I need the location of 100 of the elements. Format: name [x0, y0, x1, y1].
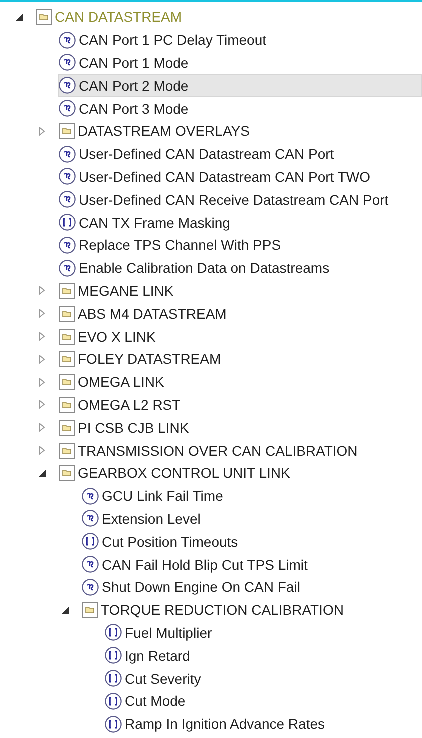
variable-icon [59, 77, 76, 94]
tree-row[interactable]: OMEGA LINK [58, 370, 422, 394]
tree-row[interactable]: GCU Link Fail Time [81, 484, 422, 508]
item-label: GEARBOX CONTROL UNIT LINK [78, 466, 290, 480]
variable-icon [59, 191, 76, 208]
variable-icon [59, 146, 76, 163]
variable-icon [59, 54, 76, 72]
item-label: Cut Position Timeouts [102, 534, 238, 549]
tree-row[interactable]: Ign Retard [104, 644, 422, 668]
tree-row[interactable]: User-Defined CAN Datastream CAN Port [58, 142, 422, 166]
tree-row[interactable]: GEARBOX CONTROL UNIT LINK [58, 462, 422, 485]
tree-row[interactable]: CAN Port 3 Mode [58, 97, 422, 120]
collapsed-arrow-icon[interactable] [39, 378, 45, 387]
tree-row[interactable]: CAN Port 2 Mode [58, 74, 422, 98]
item-label: Fuel Multiplier [125, 626, 212, 640]
tree-row[interactable]: CAN Fail Hold Blip Cut TPS Limit [81, 553, 422, 576]
folder-icon [59, 328, 75, 345]
collapsed-arrow-icon[interactable] [39, 332, 45, 342]
tree-row[interactable]: Cut Mode [104, 690, 422, 713]
collapsed-arrow-icon[interactable] [39, 423, 45, 432]
item-label: GCU Link Fail Time [102, 489, 224, 504]
item-label: Ramp In Ignition Advance Rates [125, 717, 326, 732]
folder-icon [59, 442, 75, 459]
brackets-icon [105, 647, 122, 664]
tree-row[interactable]: TORQUE REDUCTION CALIBRATION [81, 598, 422, 622]
tree-row[interactable]: User-Defined CAN Receive Datastream CAN Port [58, 188, 422, 212]
variable-icon [59, 236, 76, 254]
tree-row[interactable]: CAN TX Frame Masking [58, 211, 422, 234]
brackets-icon [82, 533, 99, 550]
tree-row[interactable]: MEGANE LINK [58, 280, 422, 302]
collapsed-arrow-icon[interactable] [39, 126, 45, 136]
folder-icon [59, 396, 75, 413]
brackets-icon [59, 214, 76, 232]
folder-icon [59, 374, 75, 390]
item-label: TRANSMISSION OVER CAN CALIBRATION [78, 444, 358, 458]
item-label: OMEGA L2 RST [78, 398, 181, 412]
item-label: CAN Port 1 PC Delay Timeout [79, 33, 267, 48]
item-label: Replace TPS Channel With PPS [79, 238, 282, 252]
tree-row[interactable]: OMEGA L2 RST [58, 394, 422, 416]
variable-icon [59, 100, 76, 118]
tree-row[interactable]: ABS M4 DATASTREAM [58, 302, 422, 326]
item-label: EVO X LINK [78, 330, 156, 344]
folder-icon [59, 465, 75, 482]
tree-row[interactable]: Fuel Multiplier [104, 622, 422, 644]
tree-row[interactable]: User-Defined CAN Datastream CAN Port TWO [58, 166, 422, 188]
variable-icon [59, 32, 76, 49]
tree-row[interactable]: DATASTREAM OVERLAYS [58, 120, 422, 143]
variable-icon [82, 578, 99, 596]
folder-icon [59, 420, 75, 436]
folder-icon [59, 351, 75, 368]
tree-row[interactable]: Cut Position Timeouts [81, 530, 422, 554]
item-label: FOLEY DATASTREAM [78, 352, 222, 366]
expanded-arrow-icon[interactable] [62, 606, 69, 614]
variable-icon [59, 260, 76, 277]
folder-icon [82, 602, 98, 618]
variable-icon [82, 556, 99, 574]
variable-icon [82, 510, 99, 528]
item-label: PI CSB CJB LINK [78, 420, 190, 435]
item-label: CAN Port 3 Mode [79, 102, 189, 116]
collapsed-arrow-icon[interactable] [39, 354, 45, 364]
item-label: Extension Level [102, 512, 201, 526]
item-label: ABS M4 DATASTREAM [78, 306, 227, 321]
folder-icon [59, 282, 75, 299]
folder-icon [59, 306, 75, 322]
tree-row[interactable]: PI CSB CJB LINK [58, 416, 422, 440]
collapsed-arrow-icon[interactable] [39, 400, 45, 410]
brackets-icon [105, 692, 122, 710]
collapsed-arrow-icon[interactable] [39, 286, 45, 296]
item-label: Shut Down Engine On CAN Fail [102, 580, 300, 594]
expanded-arrow-icon[interactable] [39, 470, 46, 477]
folder-icon [59, 123, 75, 140]
collapsed-arrow-icon[interactable] [39, 309, 45, 318]
item-label: Cut Mode [125, 694, 186, 708]
brackets-icon [105, 624, 122, 642]
tree-row[interactable]: TRANSMISSION OVER CAN CALIBRATION [58, 439, 422, 462]
tree-row[interactable]: CAN Port 1 Mode [58, 52, 422, 74]
tree-row[interactable]: Shut Down Engine On CAN Fail [81, 576, 422, 599]
collapsed-arrow-icon[interactable] [39, 446, 45, 456]
item-label: User-Defined CAN Receive Datastream CAN Port [79, 192, 389, 207]
item-label: TORQUE REDUCTION CALIBRATION [101, 603, 344, 618]
item-label: CAN Port 1 Mode [79, 56, 189, 70]
tree-row[interactable]: FOLEY DATASTREAM [58, 348, 422, 371]
brackets-icon [105, 716, 122, 733]
tree-row[interactable]: Cut Severity [104, 667, 422, 690]
variable-icon [59, 168, 76, 186]
tree-row[interactable]: Ramp In Ignition Advance Rates [104, 712, 422, 736]
item-label: Ign Retard [125, 648, 190, 663]
item-label: Cut Severity [125, 672, 202, 686]
variable-icon [82, 488, 99, 505]
item-label: CAN Port 2 Mode [79, 78, 189, 93]
tree-row[interactable]: EVO X LINK [58, 325, 422, 348]
tree-row[interactable]: Replace TPS Channel With PPS [58, 234, 422, 257]
tree-row[interactable]: Extension Level [81, 508, 422, 530]
expanded-arrow-icon[interactable] [16, 14, 23, 21]
folder-icon [36, 9, 52, 26]
item-label: DATASTREAM OVERLAYS [78, 124, 250, 138]
item-label: CAN TX Frame Masking [79, 216, 230, 230]
item-label: User-Defined CAN Datastream CAN Port TWO [79, 170, 370, 184]
tree-row[interactable]: CAN Port 1 PC Delay Timeout [58, 28, 422, 52]
tree-row[interactable]: Enable Calibration Data on Datastreams [58, 256, 422, 280]
